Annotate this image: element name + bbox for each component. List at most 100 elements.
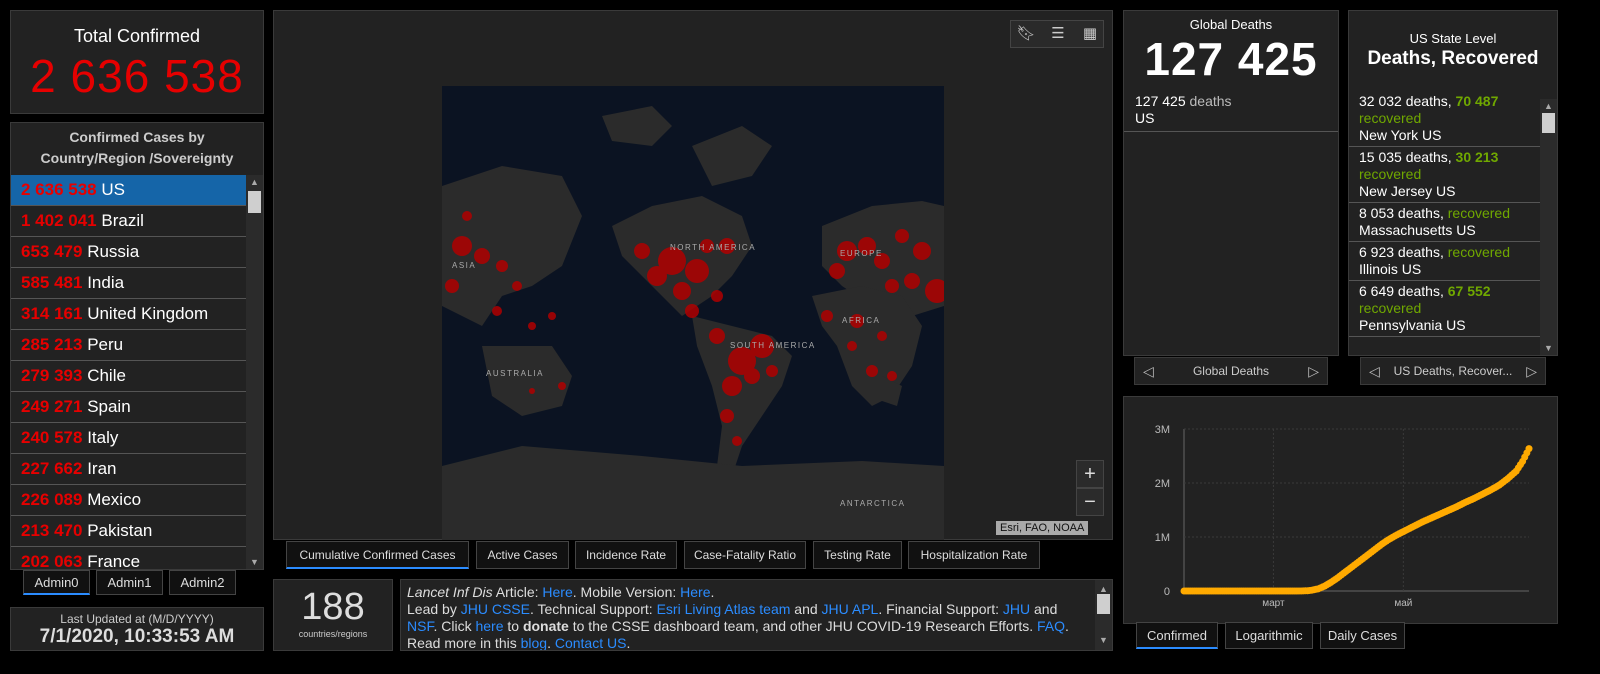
zoom-out-button[interactable]: −	[1076, 488, 1104, 516]
tab-confirmed[interactable]: Confirmed	[1136, 622, 1218, 649]
tab-admin2[interactable]: Admin2	[169, 570, 236, 595]
country-list-item[interactable]: 285 213 Peru	[11, 330, 247, 361]
jhu-csse-link[interactable]: JHU CSSE	[461, 601, 530, 617]
tab-admin0[interactable]: Admin0	[23, 570, 90, 595]
country-list-item[interactable]: 314 161 United Kingdom	[11, 299, 247, 330]
us-state-scrollbar[interactable]: ▲ ▼	[1540, 99, 1557, 355]
global-deaths-row[interactable]: 127 425 deaths US	[1135, 93, 1232, 127]
country-list-item[interactable]: 240 578 Italy	[11, 423, 247, 454]
tab-active-cases[interactable]: Active Cases	[476, 541, 569, 569]
country-cases: 279 393	[21, 366, 83, 385]
info-text-part: .	[710, 584, 715, 600]
tab-case-fatality-ratio[interactable]: Case-Fatality Ratio	[684, 541, 806, 569]
info-text-part: .	[547, 635, 555, 651]
chevron-right-icon[interactable]: ▷	[1308, 358, 1319, 384]
scroll-thumb[interactable]	[1542, 113, 1555, 133]
us-state-list-item[interactable]: 6 649 deaths, 67 552 recovered Pennsylvani…	[1349, 281, 1541, 337]
faq-link[interactable]: FAQ	[1037, 618, 1065, 634]
info-text-part: Lead by	[407, 601, 461, 617]
tab-cumulative-confirmed[interactable]: Cumulative Confirmed Cases	[286, 541, 469, 569]
country-cases: 226 089	[21, 490, 83, 509]
state-recovered-label: recovered	[1359, 166, 1422, 182]
blog-link[interactable]: blog	[521, 635, 547, 650]
global-deaths-pager: ◁ Global Deaths ▷	[1134, 357, 1328, 385]
journal-name: Lancet Inf Dis	[407, 584, 493, 600]
esri-living-atlas-link[interactable]: Esri Living Atlas team	[657, 601, 791, 617]
chevron-left-icon[interactable]: ◁	[1369, 358, 1380, 384]
country-list-item[interactable]: 2 636 538 US	[11, 175, 247, 206]
country-cases: 227 662	[21, 459, 83, 478]
scroll-down-icon[interactable]: ▼	[246, 557, 263, 567]
country-list-item[interactable]: 653 479 Russia	[11, 237, 247, 268]
legend-list-icon[interactable]: ☰	[1046, 24, 1070, 42]
country-list-item[interactable]: 202 063 France	[11, 547, 247, 569]
bookmark-icon[interactable]: 🔖︎	[1014, 24, 1038, 42]
us-state-list-item[interactable]: 8 053 deaths, recovered Massachusetts US	[1349, 203, 1541, 242]
label-europe: EUROPE	[840, 249, 883, 258]
tab-daily-cases[interactable]: Daily Cases	[1320, 622, 1405, 649]
country-name: Brazil	[101, 211, 144, 230]
tab-incidence-rate[interactable]: Incidence Rate	[575, 541, 677, 569]
country-list: 2 636 538 US 1 402 041 Brazil 653 479 Russ…	[11, 175, 247, 569]
world-map-svg: ASIA NORTH AMERICA EUROPE AFRICA SOUTH A…	[442, 106, 944, 540]
tab-hospitalization-rate[interactable]: Hospitalization Rate	[908, 541, 1040, 569]
country-list-scrollbar[interactable]: ▲ ▼	[246, 175, 263, 569]
scroll-down-icon[interactable]: ▼	[1540, 343, 1557, 353]
country-list-item[interactable]: 585 481 India	[11, 268, 247, 299]
country-list-panel: Confirmed Cases by Country/Region /Sover…	[10, 122, 264, 570]
us-state-list-item[interactable]: 15 035 deaths, 30 213 recovered New Jersey…	[1349, 147, 1541, 203]
jhu-link[interactable]: JHU	[1003, 601, 1030, 617]
state-recovered-value: 30 213	[1455, 149, 1499, 165]
world-map[interactable]: ASIA NORTH AMERICA EUROPE AFRICA SOUTH A…	[442, 86, 944, 540]
scroll-down-icon[interactable]: ▼	[1095, 632, 1112, 649]
scroll-thumb[interactable]	[248, 191, 261, 213]
label-asia: ASIA	[452, 261, 476, 270]
state-place: Pennsylvania US	[1359, 317, 1466, 333]
jhu-apl-link[interactable]: JHU APL	[822, 601, 879, 617]
country-list-item[interactable]: 227 662 Iran	[11, 454, 247, 485]
country-name: India	[87, 273, 125, 292]
y-tick-label: 2M	[1155, 478, 1170, 490]
data-point	[1525, 445, 1533, 453]
donate-here-link[interactable]: here	[475, 618, 503, 634]
zoom-in-button[interactable]: +	[1076, 460, 1104, 488]
y-tick-label: 1M	[1155, 532, 1170, 544]
nsf-link[interactable]: NSF	[407, 618, 433, 634]
label-north-america: NORTH AMERICA	[670, 243, 756, 252]
donate-text: donate	[522, 618, 569, 634]
country-name: Mexico	[87, 490, 142, 509]
country-list-item[interactable]: 279 393 Chile	[11, 361, 247, 392]
tab-testing-rate[interactable]: Testing Rate	[813, 541, 902, 569]
country-cases: 585 481	[21, 273, 83, 292]
y-tick-label: 3M	[1155, 424, 1170, 436]
state-place: Massachusetts US	[1359, 222, 1476, 238]
us-state-panel: US State Level Deaths, Recovered 32 032 …	[1348, 10, 1558, 356]
country-list-item[interactable]: 226 089 Mexico	[11, 485, 247, 516]
mobile-version-link[interactable]: Here	[680, 584, 710, 600]
us-state-list: 32 032 deaths, 70 487 recovered New York U…	[1349, 91, 1541, 337]
total-confirmed-value: 2 636 538	[30, 50, 244, 102]
us-state-list-item[interactable]: 6 923 deaths, recovered Illinois US	[1349, 242, 1541, 281]
info-scrollbar[interactable]: ▲ ▼	[1095, 580, 1112, 650]
scroll-up-icon[interactable]: ▲	[246, 177, 263, 187]
confirmed-chart[interactable]: 0 1M 2M 3M март май	[1124, 397, 1557, 623]
chevron-left-icon[interactable]: ◁	[1143, 358, 1154, 384]
map-attribution: Esri, FAO, NOAA	[996, 521, 1089, 535]
label-south-america: SOUTH AMERICA	[730, 341, 816, 350]
chevron-right-icon[interactable]: ▷	[1526, 358, 1537, 384]
basemap-gallery-icon[interactable]: ▦	[1078, 24, 1102, 42]
article-link[interactable]: Here	[542, 584, 572, 600]
us-state-list-item[interactable]: 32 032 deaths, 70 487 recovered New York U…	[1349, 91, 1541, 147]
country-list-item[interactable]: 249 271 Spain	[11, 392, 247, 423]
x-tick-label: март	[1262, 598, 1285, 609]
country-list-item[interactable]: 1 402 041 Brazil	[11, 206, 247, 237]
total-confirmed-label: Total Confirmed	[73, 26, 201, 46]
contact-us-link[interactable]: Contact US	[555, 635, 627, 650]
state-recovered-value: 70 487	[1455, 93, 1499, 109]
tab-logarithmic[interactable]: Logarithmic	[1225, 622, 1313, 649]
country-cases: 249 271	[21, 397, 83, 416]
tab-admin1[interactable]: Admin1	[96, 570, 163, 595]
country-list-item[interactable]: 213 470 Pakistan	[11, 516, 247, 547]
scroll-up-icon[interactable]: ▲	[1540, 101, 1557, 111]
scroll-thumb[interactable]	[1097, 594, 1110, 614]
